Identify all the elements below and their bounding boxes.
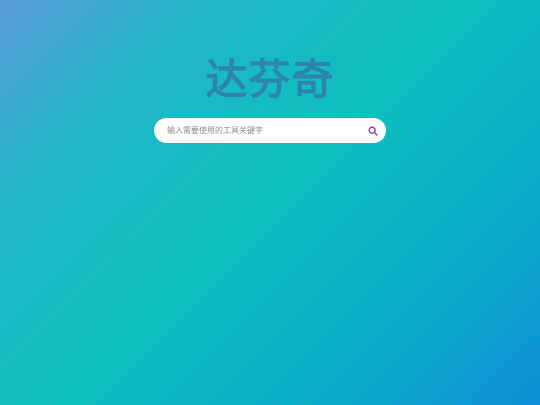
search-bar [154, 118, 386, 143]
search-icon [368, 126, 378, 136]
site-logo: 达芬奇 [205, 55, 335, 104]
search-button[interactable] [360, 118, 386, 143]
search-input[interactable] [154, 118, 360, 143]
